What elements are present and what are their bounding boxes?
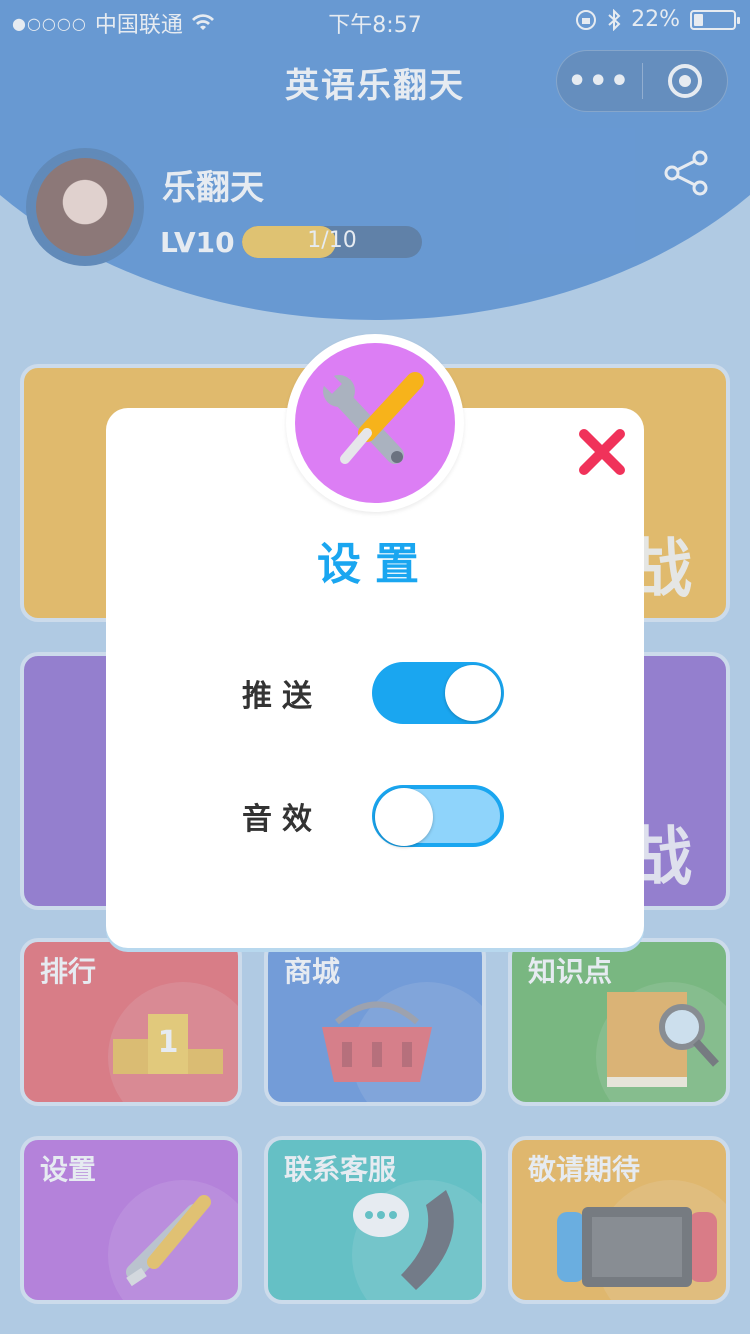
- settings-badge: [286, 334, 464, 512]
- setting-label: 音效: [242, 802, 322, 837]
- toggle-knob: [375, 788, 433, 846]
- toggle-knob: [445, 665, 501, 721]
- setting-row-sound: 音效: [242, 785, 504, 847]
- setting-label: 推送: [242, 679, 322, 714]
- setting-row-push: 推送: [242, 662, 504, 724]
- wrench-screwdriver-icon: [322, 372, 424, 464]
- push-toggle[interactable]: [372, 662, 504, 724]
- dialog-title: 设置: [317, 539, 433, 590]
- close-icon[interactable]: [576, 426, 628, 478]
- badge-circle: [295, 343, 455, 503]
- sound-effects-toggle[interactable]: [372, 785, 504, 847]
